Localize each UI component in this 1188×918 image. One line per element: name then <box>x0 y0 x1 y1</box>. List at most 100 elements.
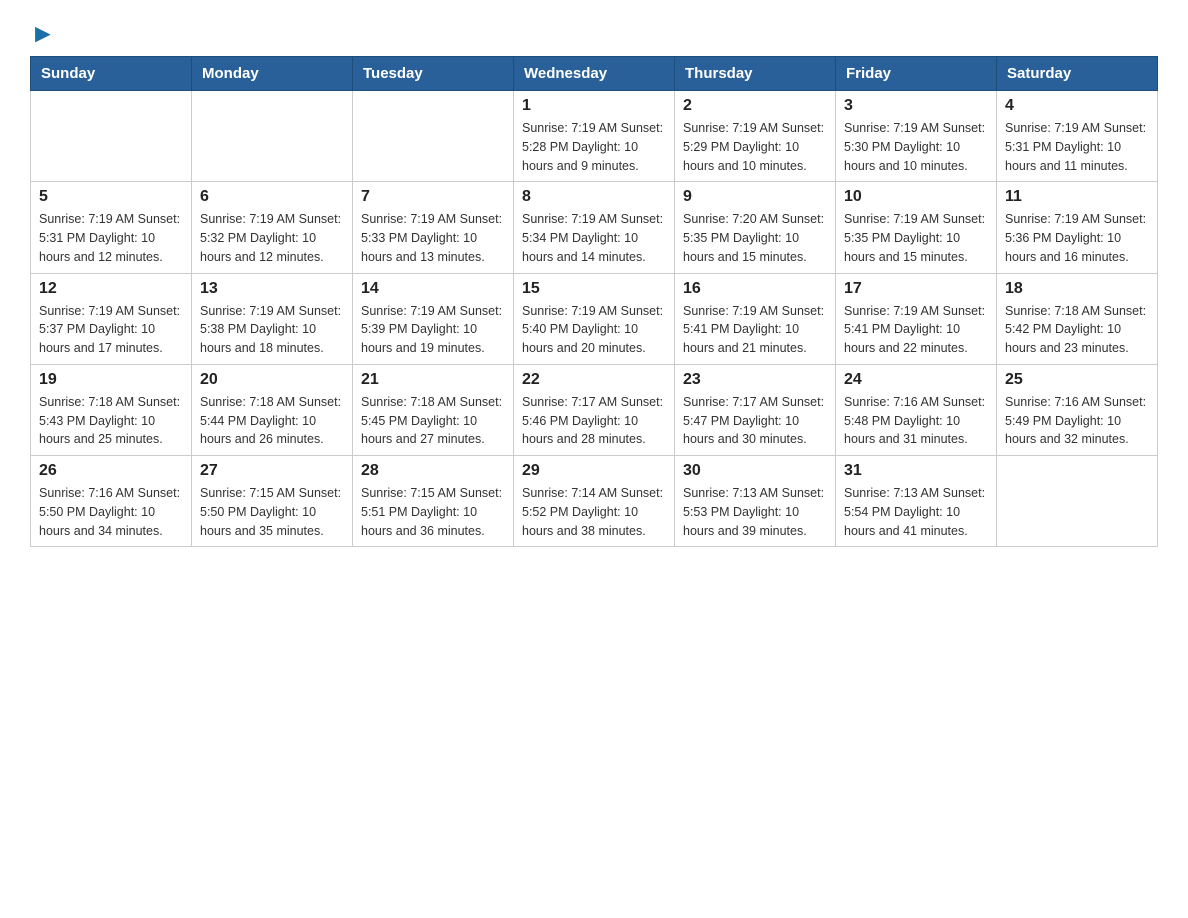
calendar-cell: 12 Sunrise: 7:19 AM Sunset: 5:37 PM Dayli… <box>31 273 192 364</box>
calendar-cell: 28 Sunrise: 7:15 AM Sunset: 5:51 PM Dayli… <box>353 456 514 547</box>
day-info: Sunrise: 7:19 AM Sunset: 5:33 PM Dayligh… <box>361 210 505 266</box>
calendar-cell: 7 Sunrise: 7:19 AM Sunset: 5:33 PM Daylig… <box>353 182 514 273</box>
day-info: Sunrise: 7:19 AM Sunset: 5:41 PM Dayligh… <box>683 302 827 358</box>
calendar-cell: 8 Sunrise: 7:19 AM Sunset: 5:34 PM Daylig… <box>514 182 675 273</box>
day-number: 17 <box>844 280 988 298</box>
day-info: Sunrise: 7:16 AM Sunset: 5:50 PM Dayligh… <box>39 484 183 540</box>
day-number: 9 <box>683 188 827 206</box>
calendar-cell: 30Sunrise: 7:13 AM Sunset: 5:53 PM Dayli… <box>675 456 836 547</box>
calendar-cell: 29 Sunrise: 7:14 AM Sunset: 5:52 PM Dayli… <box>514 456 675 547</box>
day-info: Sunrise: 7:19 AM Sunset: 5:37 PM Dayligh… <box>39 302 183 358</box>
weekday-header-monday: Monday <box>192 57 353 91</box>
logo-line2: ► <box>30 20 55 46</box>
day-number: 15 <box>522 280 666 298</box>
calendar-cell: 11 Sunrise: 7:19 AM Sunset: 5:36 PM Dayli… <box>997 182 1158 273</box>
calendar-table: SundayMondayTuesdayWednesdayThursdayFrid… <box>30 56 1158 547</box>
day-number: 19 <box>39 371 183 389</box>
day-info: Sunrise: 7:19 AM Sunset: 5:41 PM Dayligh… <box>844 302 988 358</box>
calendar-week-row: 1 Sunrise: 7:19 AM Sunset: 5:28 PM Daylig… <box>31 91 1158 182</box>
day-info: Sunrise: 7:19 AM Sunset: 5:39 PM Dayligh… <box>361 302 505 358</box>
day-info: Sunrise: 7:14 AM Sunset: 5:52 PM Dayligh… <box>522 484 666 540</box>
day-number: 11 <box>1005 188 1149 206</box>
calendar-cell: 22 Sunrise: 7:17 AM Sunset: 5:46 PM Dayli… <box>514 364 675 455</box>
day-number: 1 <box>522 97 666 115</box>
day-number: 14 <box>361 280 505 298</box>
calendar-cell: 5Sunrise: 7:19 AM Sunset: 5:31 PM Daylig… <box>31 182 192 273</box>
day-number: 27 <box>200 462 344 480</box>
calendar-week-row: 19 Sunrise: 7:18 AM Sunset: 5:43 PM Dayli… <box>31 364 1158 455</box>
calendar-cell: 14 Sunrise: 7:19 AM Sunset: 5:39 PM Dayli… <box>353 273 514 364</box>
day-info: Sunrise: 7:16 AM Sunset: 5:48 PM Dayligh… <box>844 393 988 449</box>
day-info: Sunrise: 7:17 AM Sunset: 5:47 PM Dayligh… <box>683 393 827 449</box>
calendar-cell: 31 Sunrise: 7:13 AM Sunset: 5:54 PM Dayli… <box>836 456 997 547</box>
day-number: 29 <box>522 462 666 480</box>
weekday-header-saturday: Saturday <box>997 57 1158 91</box>
weekday-header-sunday: Sunday <box>31 57 192 91</box>
day-info: Sunrise: 7:20 AM Sunset: 5:35 PM Dayligh… <box>683 210 827 266</box>
day-info: Sunrise: 7:15 AM Sunset: 5:51 PM Dayligh… <box>361 484 505 540</box>
calendar-cell: 10Sunrise: 7:19 AM Sunset: 5:35 PM Dayli… <box>836 182 997 273</box>
day-number: 31 <box>844 462 988 480</box>
calendar-cell: 26Sunrise: 7:16 AM Sunset: 5:50 PM Dayli… <box>31 456 192 547</box>
day-number: 18 <box>1005 280 1149 298</box>
day-info: Sunrise: 7:13 AM Sunset: 5:54 PM Dayligh… <box>844 484 988 540</box>
day-number: 6 <box>200 188 344 206</box>
day-info: Sunrise: 7:19 AM Sunset: 5:29 PM Dayligh… <box>683 119 827 175</box>
weekday-header-friday: Friday <box>836 57 997 91</box>
calendar-cell: 18 Sunrise: 7:18 AM Sunset: 5:42 PM Dayli… <box>997 273 1158 364</box>
day-number: 13 <box>200 280 344 298</box>
day-info: Sunrise: 7:19 AM Sunset: 5:38 PM Dayligh… <box>200 302 344 358</box>
calendar-cell: 23 Sunrise: 7:17 AM Sunset: 5:47 PM Dayli… <box>675 364 836 455</box>
day-number: 8 <box>522 188 666 206</box>
day-info: Sunrise: 7:19 AM Sunset: 5:35 PM Dayligh… <box>844 210 988 266</box>
weekday-header-row: SundayMondayTuesdayWednesdayThursdayFrid… <box>31 57 1158 91</box>
weekday-header-wednesday: Wednesday <box>514 57 675 91</box>
calendar-week-row: 26Sunrise: 7:16 AM Sunset: 5:50 PM Dayli… <box>31 456 1158 547</box>
day-number: 25 <box>1005 371 1149 389</box>
calendar-cell: 24 Sunrise: 7:16 AM Sunset: 5:48 PM Dayli… <box>836 364 997 455</box>
day-info: Sunrise: 7:19 AM Sunset: 5:34 PM Dayligh… <box>522 210 666 266</box>
day-info: Sunrise: 7:18 AM Sunset: 5:43 PM Dayligh… <box>39 393 183 449</box>
day-number: 2 <box>683 97 827 115</box>
day-info: Sunrise: 7:19 AM Sunset: 5:30 PM Dayligh… <box>844 119 988 175</box>
calendar-cell: 19 Sunrise: 7:18 AM Sunset: 5:43 PM Dayli… <box>31 364 192 455</box>
calendar-cell <box>997 456 1158 547</box>
day-info: Sunrise: 7:19 AM Sunset: 5:40 PM Dayligh… <box>522 302 666 358</box>
logo: ► <box>30 20 55 46</box>
calendar-cell: 6Sunrise: 7:19 AM Sunset: 5:32 PM Daylig… <box>192 182 353 273</box>
day-number: 22 <box>522 371 666 389</box>
calendar-week-row: 5Sunrise: 7:19 AM Sunset: 5:31 PM Daylig… <box>31 182 1158 273</box>
calendar-cell: 17 Sunrise: 7:19 AM Sunset: 5:41 PM Dayli… <box>836 273 997 364</box>
day-info: Sunrise: 7:19 AM Sunset: 5:31 PM Dayligh… <box>1005 119 1149 175</box>
day-number: 28 <box>361 462 505 480</box>
day-number: 23 <box>683 371 827 389</box>
day-number: 12 <box>39 280 183 298</box>
day-info: Sunrise: 7:19 AM Sunset: 5:31 PM Dayligh… <box>39 210 183 266</box>
weekday-header-thursday: Thursday <box>675 57 836 91</box>
day-info: Sunrise: 7:16 AM Sunset: 5:49 PM Dayligh… <box>1005 393 1149 449</box>
day-info: Sunrise: 7:17 AM Sunset: 5:46 PM Dayligh… <box>522 393 666 449</box>
day-info: Sunrise: 7:19 AM Sunset: 5:28 PM Dayligh… <box>522 119 666 175</box>
day-info: Sunrise: 7:19 AM Sunset: 5:36 PM Dayligh… <box>1005 210 1149 266</box>
day-number: 24 <box>844 371 988 389</box>
day-info: Sunrise: 7:18 AM Sunset: 5:42 PM Dayligh… <box>1005 302 1149 358</box>
day-number: 4 <box>1005 97 1149 115</box>
day-info: Sunrise: 7:18 AM Sunset: 5:44 PM Dayligh… <box>200 393 344 449</box>
calendar-cell: 15 Sunrise: 7:19 AM Sunset: 5:40 PM Dayli… <box>514 273 675 364</box>
calendar-cell: 1 Sunrise: 7:19 AM Sunset: 5:28 PM Daylig… <box>514 91 675 182</box>
day-number: 7 <box>361 188 505 206</box>
day-number: 3 <box>844 97 988 115</box>
page-header: ► <box>30 20 1158 46</box>
weekday-header-tuesday: Tuesday <box>353 57 514 91</box>
day-info: Sunrise: 7:15 AM Sunset: 5:50 PM Dayligh… <box>200 484 344 540</box>
calendar-cell: 13 Sunrise: 7:19 AM Sunset: 5:38 PM Dayli… <box>192 273 353 364</box>
day-number: 30 <box>683 462 827 480</box>
calendar-cell <box>192 91 353 182</box>
calendar-cell: 21Sunrise: 7:18 AM Sunset: 5:45 PM Dayli… <box>353 364 514 455</box>
calendar-header: SundayMondayTuesdayWednesdayThursdayFrid… <box>31 57 1158 91</box>
calendar-cell: 2 Sunrise: 7:19 AM Sunset: 5:29 PM Daylig… <box>675 91 836 182</box>
day-number: 21 <box>361 371 505 389</box>
calendar-cell: 27 Sunrise: 7:15 AM Sunset: 5:50 PM Dayli… <box>192 456 353 547</box>
calendar-week-row: 12 Sunrise: 7:19 AM Sunset: 5:37 PM Dayli… <box>31 273 1158 364</box>
calendar-cell: 3 Sunrise: 7:19 AM Sunset: 5:30 PM Daylig… <box>836 91 997 182</box>
